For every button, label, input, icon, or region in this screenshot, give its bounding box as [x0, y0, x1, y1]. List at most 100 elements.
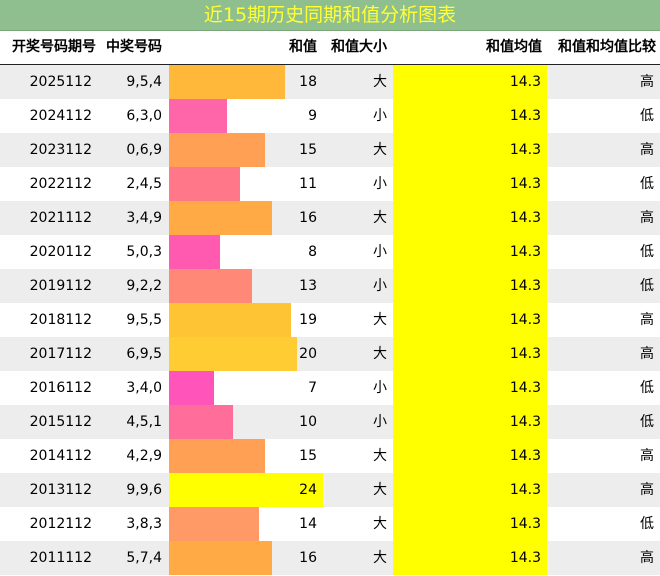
cell-numbers: 9,5,5 — [126, 312, 162, 328]
cell-sum: 19 — [299, 312, 317, 328]
cell-compare: 低 — [640, 176, 654, 192]
cell-avg: 14.3 — [509, 414, 541, 430]
cell-compare: 高 — [640, 550, 654, 566]
cell-size: 大 — [373, 516, 387, 532]
cell-sum: 8 — [308, 244, 317, 260]
cell-period: 2019112 — [29, 278, 92, 294]
cell-numbers: 3,4,0 — [126, 380, 162, 396]
cell-numbers: 6,3,0 — [126, 108, 162, 124]
cell-avg: 14.3 — [509, 448, 541, 464]
cell-size: 大 — [373, 142, 387, 158]
cell-numbers: 4,2,9 — [126, 448, 162, 464]
table-row: 2012112 3,8,3 14 大 14.3 低 — [0, 507, 660, 541]
cell-avg: 14.3 — [509, 74, 541, 90]
cell-sum: 20 — [299, 346, 317, 362]
cell-period: 2016112 — [29, 380, 92, 396]
table-row: 2013112 9,9,6 24 大 14.3 高 — [0, 473, 660, 507]
cell-sum: 15 — [299, 142, 317, 158]
cell-period: 2015112 — [29, 414, 92, 430]
cell-sum: 14 — [299, 516, 317, 532]
cell-numbers: 5,7,4 — [126, 550, 162, 566]
cell-numbers: 3,4,9 — [126, 210, 162, 226]
cell-sum: 7 — [308, 380, 317, 396]
cell-compare: 高 — [640, 448, 654, 464]
cell-sum: 13 — [299, 278, 317, 294]
cell-period: 2020112 — [29, 244, 92, 260]
table-row: 2021112 3,4,9 16 大 14.3 高 — [0, 201, 660, 235]
cell-numbers: 9,9,6 — [126, 482, 162, 498]
cell-size: 小 — [373, 176, 387, 192]
cell-compare: 低 — [640, 516, 654, 532]
cell-period: 2023112 — [29, 142, 92, 158]
cell-size: 大 — [373, 448, 387, 464]
cell-avg: 14.3 — [509, 380, 541, 396]
cell-sum: 16 — [299, 210, 317, 226]
cell-compare: 高 — [640, 142, 654, 158]
cell-period: 2025112 — [29, 74, 92, 90]
cell-compare: 低 — [640, 278, 654, 294]
cell-compare: 高 — [640, 346, 654, 362]
table-row: 2020112 5,0,3 8 小 14.3 低 — [0, 235, 660, 269]
cell-numbers: 2,4,5 — [126, 176, 162, 192]
table-row: 2011112 5,7,4 16 大 14.3 高 — [0, 541, 660, 575]
table-row: 2016112 3,4,0 7 小 14.3 低 — [0, 371, 660, 405]
table-row: 2019112 9,2,2 13 小 14.3 低 — [0, 269, 660, 303]
cell-compare: 高 — [640, 482, 654, 498]
cell-sum: 10 — [299, 414, 317, 430]
cell-avg: 14.3 — [509, 244, 541, 260]
cell-avg: 14.3 — [509, 142, 541, 158]
cell-sum: 24 — [299, 482, 317, 498]
chart-title: 近15期历史同期和值分析图表 — [0, 0, 660, 31]
cell-avg: 14.3 — [509, 550, 541, 566]
cell-size: 大 — [373, 482, 387, 498]
cell-period: 2017112 — [29, 346, 92, 362]
cell-size: 小 — [373, 380, 387, 396]
cell-avg: 14.3 — [509, 516, 541, 532]
cell-period: 2012112 — [29, 516, 92, 532]
cell-size: 小 — [373, 108, 387, 124]
cell-avg: 14.3 — [509, 312, 541, 328]
cell-size: 大 — [373, 550, 387, 566]
cell-compare: 高 — [640, 210, 654, 226]
chart-container: 近15期历史同期和值分析图表 开奖号码期号 中奖号码 和值 和值大小 和值均值 … — [0, 0, 660, 576]
cell-period: 2024112 — [29, 108, 92, 124]
cell-numbers: 5,0,3 — [126, 244, 162, 260]
cell-sum: 15 — [299, 448, 317, 464]
cell-period: 2022112 — [29, 176, 92, 192]
cell-numbers: 4,5,1 — [126, 414, 162, 430]
cell-numbers: 9,2,2 — [126, 278, 162, 294]
table-row: 2022112 2,4,5 11 小 14.3 低 — [0, 167, 660, 201]
table-row: 2023112 0,6,9 15 大 14.3 高 — [0, 133, 660, 167]
cell-avg: 14.3 — [509, 108, 541, 124]
cell-compare: 低 — [640, 244, 654, 260]
table-row: 2017112 6,9,5 20 大 14.3 高 — [0, 337, 660, 371]
cell-numbers: 0,6,9 — [126, 142, 162, 158]
cell-compare: 低 — [640, 380, 654, 396]
cell-period: 2021112 — [29, 210, 92, 226]
cell-size: 大 — [373, 74, 387, 90]
cell-size: 小 — [373, 244, 387, 260]
cell-avg: 14.3 — [509, 346, 541, 362]
table-row: 2014112 4,2,9 15 大 14.3 高 — [0, 439, 660, 473]
cell-sum: 11 — [299, 176, 317, 192]
table-row: 2015112 4,5,1 10 小 14.3 低 — [0, 405, 660, 439]
cell-size: 大 — [373, 346, 387, 362]
table-row: 2025112 9,5,4 18 大 14.3 高 — [0, 65, 660, 99]
cell-numbers: 3,8,3 — [126, 516, 162, 532]
cell-avg: 14.3 — [509, 176, 541, 192]
cell-compare: 低 — [640, 108, 654, 124]
cell-size: 小 — [373, 414, 387, 430]
cell-period: 2018112 — [29, 312, 92, 328]
cell-compare: 高 — [640, 74, 654, 90]
cell-compare: 低 — [640, 414, 654, 430]
cell-numbers: 9,5,4 — [126, 74, 162, 90]
cell-period: 2013112 — [29, 482, 92, 498]
table-row: 2024112 6,3,0 9 小 14.3 低 — [0, 99, 660, 133]
cell-size: 大 — [373, 210, 387, 226]
cell-sum: 9 — [308, 108, 317, 124]
cell-avg: 14.3 — [509, 278, 541, 294]
cell-period: 2014112 — [29, 448, 92, 464]
cell-size: 大 — [373, 312, 387, 328]
cell-avg: 14.3 — [509, 482, 541, 498]
cell-size: 小 — [373, 278, 387, 294]
